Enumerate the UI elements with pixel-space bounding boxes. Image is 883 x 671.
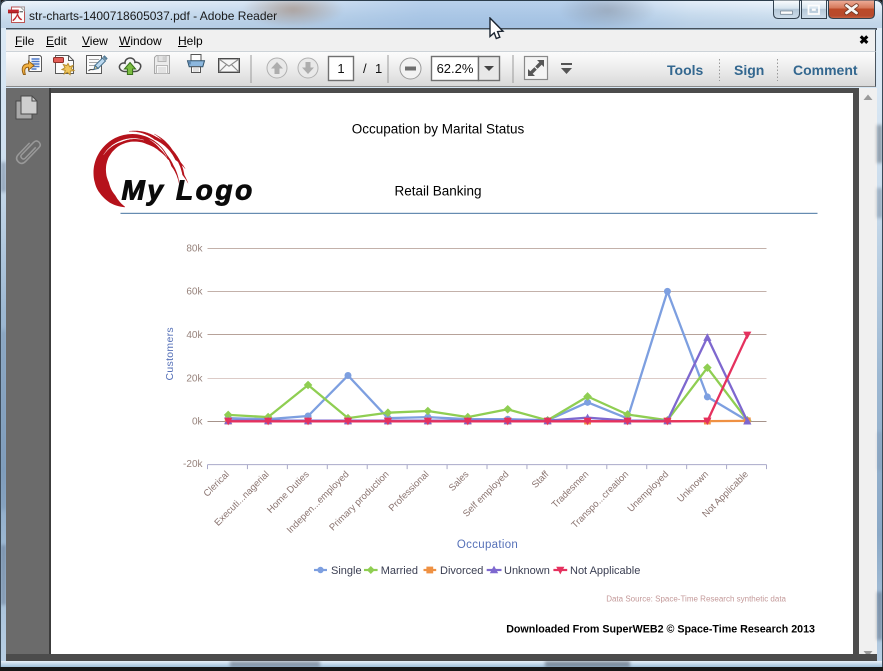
- svg-text:Customers: Customers: [164, 327, 176, 380]
- svg-text:Occupation by Marital Status: Occupation by Marital Status: [352, 122, 525, 137]
- svg-text:Data Source: Space-Time Resear: Data Source: Space-Time Research synthet…: [606, 595, 786, 604]
- svg-text:60k: 60k: [186, 287, 203, 298]
- svg-text:Staff: Staff: [530, 469, 552, 491]
- svg-text:Retail Banking: Retail Banking: [394, 184, 481, 199]
- svg-text:Married: Married: [381, 565, 418, 577]
- svg-text:-20k: -20k: [183, 459, 203, 470]
- svg-text:80k: 80k: [186, 243, 203, 254]
- svg-text:0k: 0k: [192, 417, 204, 428]
- svg-text:Tradesmen: Tradesmen: [550, 469, 592, 511]
- svg-text:40k: 40k: [186, 330, 203, 341]
- svg-text:Professional: Professional: [387, 469, 432, 514]
- svg-text:Unknown: Unknown: [675, 469, 711, 505]
- svg-text:Unknown: Unknown: [504, 565, 550, 577]
- svg-text:Unemployed: Unemployed: [626, 469, 671, 514]
- svg-text:Sales: Sales: [447, 469, 472, 494]
- svg-text:Divorced: Divorced: [440, 565, 483, 577]
- svg-text:Clerical: Clerical: [202, 469, 232, 499]
- svg-text:My Logo: My Logo: [122, 175, 255, 206]
- svg-text:Single: Single: [331, 565, 362, 577]
- svg-text:Occupation: Occupation: [457, 539, 518, 551]
- svg-text:Not Applicable: Not Applicable: [570, 565, 640, 577]
- svg-text:Downloaded From SuperWEB2 © Sp: Downloaded From SuperWEB2 © Space-Time R…: [506, 624, 815, 636]
- svg-text:20k: 20k: [186, 373, 203, 384]
